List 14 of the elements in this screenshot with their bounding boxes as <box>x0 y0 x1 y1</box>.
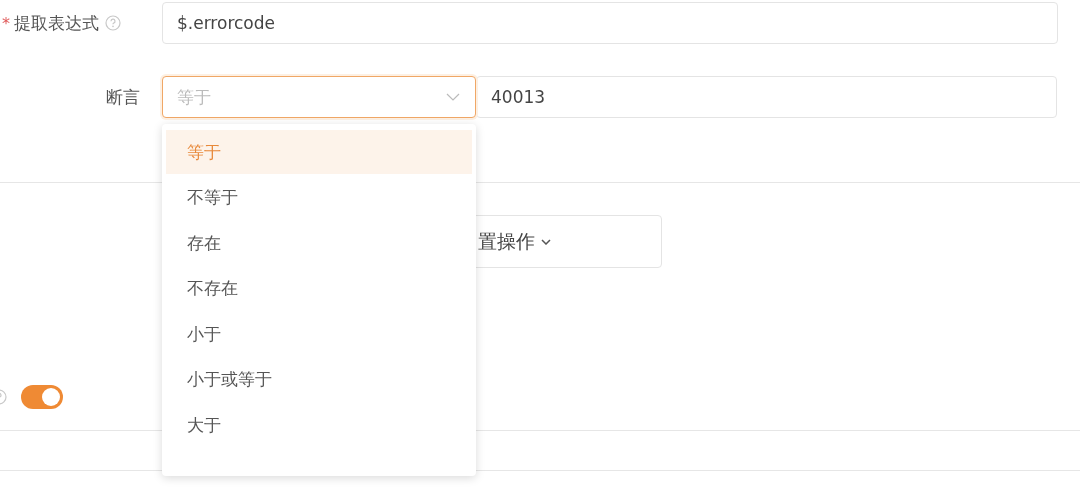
field-label: 提取表达式 <box>14 11 99 35</box>
dropdown-option[interactable]: 大于 <box>166 402 472 448</box>
dropdown-option[interactable]: 不存在 <box>166 266 472 312</box>
input-field[interactable]: $.errorcode <box>162 2 1058 44</box>
dropdown-option[interactable]: 小于或等于 <box>166 357 472 403</box>
select-field[interactable]: 等于 <box>162 76 476 118</box>
chevron-down-icon <box>540 238 551 245</box>
input-field[interactable]: 40013 <box>476 76 1057 118</box>
toggle-switch[interactable] <box>21 385 63 409</box>
field-label: 断言 <box>106 85 140 109</box>
required-mark: * <box>2 13 10 33</box>
dropdown-option[interactable]: 小于 <box>166 311 472 357</box>
chevron-down-icon <box>446 93 460 101</box>
help-icon[interactable] <box>105 15 121 31</box>
